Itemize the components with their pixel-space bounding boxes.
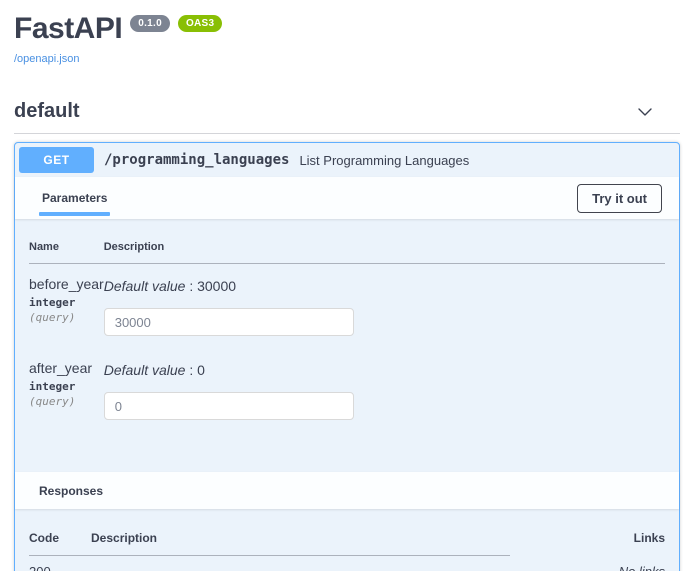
tag-section-header-default[interactable]: default	[14, 98, 680, 134]
openapi-spec-link[interactable]: /openapi.json	[14, 53, 79, 65]
response-code-header: Code	[29, 521, 91, 556]
response-links: No links	[510, 556, 665, 571]
parameter-name: after_year	[29, 360, 104, 376]
response-code: 200	[29, 556, 91, 571]
response-row-200: 200 Successful Response No links	[29, 556, 665, 571]
responses-container: Code Description Links 200 Successful Re…	[15, 509, 679, 571]
parameters-container: Name Description before_year integer (qu…	[15, 219, 679, 472]
parameters-tab-label: Parameters	[39, 191, 110, 205]
chevron-down-icon[interactable]	[635, 102, 655, 122]
responses-section-header: Responses	[15, 472, 679, 509]
parameter-type: integer	[29, 380, 104, 393]
before-year-input[interactable]	[104, 308, 354, 336]
parameter-row-after-year: after_year integer (query) Default value…	[29, 348, 665, 432]
opblock-get: GET /programming_languages List Programm…	[14, 142, 680, 571]
response-links-header: Links	[510, 521, 665, 556]
parameter-row-before-year: before_year integer (query) Default valu…	[29, 264, 665, 349]
tag-name: default	[14, 100, 80, 123]
param-description-header: Description	[104, 231, 665, 264]
response-description: Successful Response	[91, 556, 510, 571]
responses-title: Responses	[39, 484, 103, 498]
operation-summary: List Programming Languages	[299, 153, 469, 168]
response-description-header: Description	[91, 521, 510, 556]
http-method-badge: GET	[19, 147, 94, 173]
try-it-out-button[interactable]: Try it out	[577, 184, 662, 213]
tab-parameters[interactable]: Parameters	[39, 181, 110, 216]
swagger-ui-page: FastAPI 0.1.0 OAS3 /openapi.json default…	[0, 0, 694, 571]
after-year-input[interactable]	[104, 392, 354, 420]
parameter-location: (query)	[29, 311, 104, 324]
version-badge: 0.1.0	[130, 15, 170, 32]
parameter-location: (query)	[29, 395, 104, 408]
parameter-default-text: Default value : 30000	[104, 278, 665, 294]
api-info-header: FastAPI 0.1.0 OAS3 /openapi.json	[0, 0, 694, 67]
api-title: FastAPI	[14, 12, 122, 45]
param-name-header: Name	[29, 231, 104, 264]
parameter-name: before_year	[29, 276, 104, 292]
parameter-type: integer	[29, 296, 104, 309]
oas3-badge: OAS3	[178, 15, 222, 32]
operation-path: /programming_languages	[104, 152, 289, 168]
parameters-section-header: Parameters Try it out	[15, 177, 679, 219]
active-tab-underline	[39, 212, 110, 216]
opblock-summary[interactable]: GET /programming_languages List Programm…	[15, 143, 679, 177]
parameter-default-text: Default value : 0	[104, 362, 665, 378]
